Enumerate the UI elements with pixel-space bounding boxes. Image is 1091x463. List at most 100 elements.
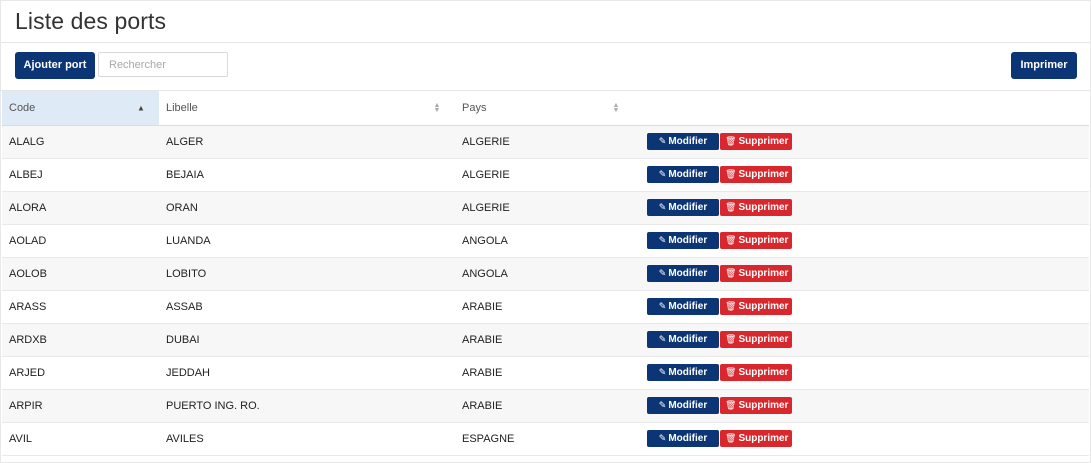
table-row: ARPIR PUERTO ING. RO. ARABIE ✎ Modifier 🗑 Supp… (2, 389, 1089, 422)
sort-both-icon: ▲ ▼ (612, 101, 620, 114)
edit-button[interactable]: ✎ Modifier (647, 166, 719, 183)
cell-code: ALORA (9, 201, 47, 214)
cell-pays: ALGERIE (462, 168, 510, 181)
trash-icon: 🗑 (725, 235, 737, 245)
cell-actions: ✎ Modifier 🗑 Supprimer (634, 158, 1089, 191)
cell-code: ARJED (9, 366, 46, 379)
ports-table: Code ▲ Libelle ▲ ▼ Pays ▲ ▼ ALALG ALGER ALGE… (2, 91, 1089, 456)
cell-libelle: ORAN (166, 201, 198, 214)
column-header-code[interactable]: Code ▲ (2, 91, 159, 125)
edit-button-label: Modifier (668, 235, 708, 246)
edit-button-label: Modifier (668, 433, 708, 444)
delete-button-label: Supprimer (738, 136, 789, 147)
cell-libelle: BEJAIA (166, 168, 204, 181)
cell-pays: ALGERIE (462, 135, 510, 148)
table-row: ALORA ORAN ALGERIE ✎ Modifier 🗑 Supprimer (2, 191, 1089, 224)
cell-actions: ✎ Modifier 🗑 Supprimer (634, 356, 1089, 389)
cell-actions: ✎ Modifier 🗑 Supprimer (634, 191, 1089, 224)
edit-icon: ✎ (658, 334, 667, 344)
cell-pays: ARABIE (462, 366, 503, 379)
delete-button-label: Supprimer (738, 235, 789, 246)
column-header-libelle[interactable]: Libelle ▲ ▼ (159, 91, 455, 125)
cell-libelle: LOBITO (166, 267, 207, 280)
delete-button[interactable]: 🗑 Supprimer (720, 232, 792, 249)
column-header-pays[interactable]: Pays ▲ ▼ (455, 91, 634, 125)
delete-button-label: Supprimer (738, 433, 789, 444)
trash-icon: 🗑 (725, 169, 737, 179)
cell-actions: ✎ Modifier 🗑 Supprimer (634, 389, 1089, 422)
trash-icon: 🗑 (725, 268, 737, 278)
column-header-label: Code (9, 101, 36, 114)
cell-code: ARPIR (9, 399, 43, 412)
cell-code: ARDXB (9, 333, 47, 346)
cell-pays: ANGOLA (462, 267, 508, 280)
cell-libelle: DUBAI (166, 333, 200, 346)
cell-pays: ARABIE (462, 399, 503, 412)
column-header-actions (634, 91, 1089, 125)
cell-pays: ESPAGNE (462, 432, 515, 445)
table-row: ALALG ALGER ALGERIE ✎ Modifier 🗑 Supprimer (2, 125, 1089, 158)
cell-code: AOLAD (9, 234, 47, 247)
toolbar: Ajouter port Imprimer (1, 43, 1090, 91)
delete-button[interactable]: 🗑 Supprimer (720, 133, 792, 150)
delete-button[interactable]: 🗑 Supprimer (720, 199, 792, 216)
trash-icon: 🗑 (725, 334, 737, 344)
edit-icon: ✎ (658, 136, 667, 146)
cell-pays: ANGOLA (462, 234, 508, 247)
column-header-label: Pays (462, 101, 487, 114)
delete-button[interactable]: 🗑 Supprimer (720, 430, 792, 447)
edit-button[interactable]: ✎ Modifier (647, 265, 719, 282)
edit-button[interactable]: ✎ Modifier (647, 199, 719, 216)
cell-libelle: ASSAB (166, 300, 203, 313)
table-row: AOLAD LUANDA ANGOLA ✎ Modifier 🗑 Supprimer (2, 224, 1089, 257)
cell-libelle: PUERTO ING. RO. (166, 399, 260, 412)
page-title: Liste des ports (15, 8, 167, 34)
delete-button[interactable]: 🗑 Supprimer (720, 331, 792, 348)
trash-icon: 🗑 (725, 301, 737, 311)
cell-libelle: AVILES (166, 432, 204, 445)
table-row: AVIL AVILES ESPAGNE ✎ Modifier 🗑 Supprimer (2, 422, 1089, 455)
print-button[interactable]: Imprimer (1011, 52, 1077, 79)
cell-actions: ✎ Modifier 🗑 Supprimer (634, 125, 1089, 158)
edit-icon: ✎ (658, 301, 667, 311)
edit-button[interactable]: ✎ Modifier (647, 397, 719, 414)
edit-button[interactable]: ✎ Modifier (647, 232, 719, 249)
edit-button-label: Modifier (668, 136, 708, 147)
edit-button[interactable]: ✎ Modifier (647, 133, 719, 150)
trash-icon: 🗑 (725, 202, 737, 212)
cell-actions: ✎ Modifier 🗑 Supprimer (634, 290, 1089, 323)
delete-button-label: Supprimer (738, 169, 789, 180)
edit-button-label: Modifier (668, 301, 708, 312)
delete-button[interactable]: 🗑 Supprimer (720, 397, 792, 414)
cell-pays: ARABIE (462, 300, 503, 313)
delete-button[interactable]: 🗑 Supprimer (720, 265, 792, 282)
delete-button-label: Supprimer (738, 367, 789, 378)
cell-libelle: LUANDA (166, 234, 211, 247)
delete-button-label: Supprimer (738, 301, 789, 312)
delete-button[interactable]: 🗑 Supprimer (720, 364, 792, 381)
edit-button[interactable]: ✎ Modifier (647, 298, 719, 315)
edit-icon: ✎ (658, 268, 667, 278)
search-input[interactable] (98, 52, 228, 77)
add-port-button[interactable]: Ajouter port (15, 52, 95, 79)
cell-code: ALALG (9, 135, 45, 148)
edit-button[interactable]: ✎ Modifier (647, 331, 719, 348)
cell-pays: ARABIE (462, 333, 503, 346)
edit-button[interactable]: ✎ Modifier (647, 430, 719, 447)
cell-code: ARASS (9, 300, 47, 313)
edit-icon: ✎ (658, 433, 667, 443)
delete-button[interactable]: 🗑 Supprimer (720, 298, 792, 315)
page: Liste des ports Ajouter port Imprimer Co… (0, 0, 1091, 463)
cell-code: ALBEJ (9, 168, 43, 181)
cell-code: AVIL (9, 432, 33, 445)
table-row: ARDXB DUBAI ARABIE ✎ Modifier 🗑 Supprimer (2, 323, 1089, 356)
edit-icon: ✎ (658, 235, 667, 245)
edit-button[interactable]: ✎ Modifier (647, 364, 719, 381)
delete-button[interactable]: 🗑 Supprimer (720, 166, 792, 183)
cell-libelle: ALGER (166, 135, 204, 148)
edit-icon: ✎ (658, 202, 667, 212)
edit-icon: ✎ (658, 400, 667, 410)
delete-button-label: Supprimer (738, 268, 789, 279)
cell-libelle: JEDDAH (166, 366, 211, 379)
page-header: Liste des ports (1, 1, 1090, 43)
